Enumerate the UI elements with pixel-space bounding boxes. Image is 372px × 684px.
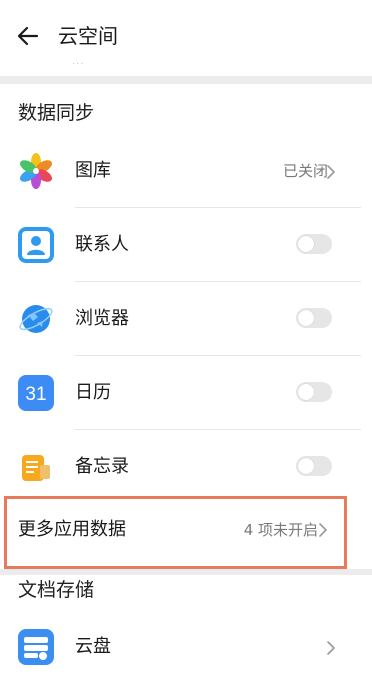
- more-app-data-status: 4 项未开启: [243, 521, 318, 539]
- section-separator: [0, 76, 372, 84]
- sync-item-contacts[interactable]: 联系人: [0, 208, 362, 282]
- section-separator: [0, 569, 372, 575]
- sync-item-label: 联系人: [75, 234, 129, 255]
- toggle-knob: [298, 384, 314, 400]
- more-app-data-row[interactable]: 更多应用数据 4 项未开启: [0, 497, 350, 569]
- notes-sync-toggle[interactable]: [296, 456, 332, 476]
- browser-globe-icon: [18, 301, 54, 337]
- section-title-docs: 文档存储: [18, 579, 95, 601]
- chevron-right-icon: [326, 164, 336, 180]
- sync-item-browser[interactable]: 浏览器: [0, 282, 362, 356]
- chevron-right-icon: [318, 522, 328, 538]
- docs-item-label: 云盘: [75, 636, 111, 657]
- gallery-status: 已关闭: [282, 162, 328, 180]
- sync-item-label: 日历: [75, 382, 111, 403]
- calendar-icon: 31: [18, 375, 54, 411]
- pinwheel-gallery-icon: [18, 153, 54, 189]
- chevron-right-icon: [326, 640, 336, 656]
- page-title: 云空间: [58, 24, 118, 48]
- toggle-knob: [298, 458, 314, 474]
- sync-item-notes[interactable]: 备忘录: [0, 430, 362, 504]
- section-title-sync: 数据同步: [18, 102, 95, 124]
- sync-item-label: 图库: [75, 160, 111, 181]
- contacts-person-icon: [18, 227, 54, 263]
- scroll-indicator-icon: ···: [72, 59, 85, 70]
- calendar-icon-date: 31: [25, 384, 46, 405]
- sync-item-gallery[interactable]: 图库 已关闭: [0, 134, 362, 208]
- sync-item-label: 备忘录: [75, 456, 129, 477]
- more-app-data-label: 更多应用数据: [18, 519, 126, 540]
- notepad-icon: [18, 449, 54, 485]
- sync-item-label: 浏览器: [75, 308, 129, 329]
- browser-sync-toggle[interactable]: [296, 308, 332, 328]
- sync-item-calendar[interactable]: 31 日历: [0, 356, 362, 430]
- contacts-sync-toggle[interactable]: [296, 234, 332, 254]
- calendar-sync-toggle[interactable]: [296, 382, 332, 402]
- docs-item-cloud-drive[interactable]: 云盘: [0, 610, 362, 684]
- cloud-drive-icon: [18, 629, 54, 665]
- toggle-knob: [298, 310, 314, 326]
- back-arrow-icon[interactable]: [14, 22, 42, 50]
- top-bar: 云空间 ···: [0, 0, 372, 72]
- toggle-knob: [298, 236, 314, 252]
